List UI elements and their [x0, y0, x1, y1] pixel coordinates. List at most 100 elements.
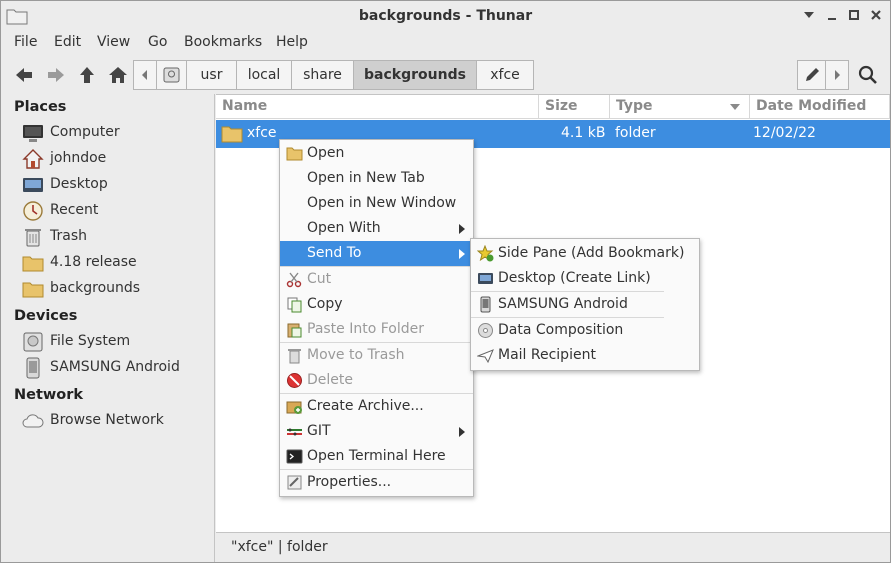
menu-item-open[interactable]: Open — [280, 141, 473, 166]
menu-item-side-pane-add-bookmark[interactable]: Side Pane (Add Bookmark) — [471, 241, 699, 266]
menu-bookmarks[interactable]: Bookmarks — [184, 34, 262, 50]
menu-item-properties[interactable]: Properties... — [280, 470, 473, 495]
menu-item-desktop-create-link[interactable]: Desktop (Create Link) — [471, 266, 699, 291]
column-header-size[interactable]: Size — [539, 95, 610, 119]
forward-icon[interactable] — [45, 64, 67, 86]
file-size: 4.1 kB — [561, 125, 606, 141]
terminal-icon — [286, 449, 303, 464]
submenu-arrow-icon — [459, 224, 465, 234]
git-icon — [287, 428, 302, 436]
sidebar-item-label: Computer — [50, 124, 120, 140]
maximize-icon[interactable] — [846, 7, 862, 23]
path-root-button[interactable] — [156, 60, 187, 90]
sidebar-item-desktop[interactable]: Desktop — [22, 173, 212, 197]
folder-open-icon — [286, 147, 303, 161]
minimize-icon[interactable] — [801, 7, 817, 23]
menu-item-delete[interactable]: Delete — [280, 368, 473, 393]
sidebar-item-recent[interactable]: Recent — [22, 199, 212, 223]
folder-icon — [221, 126, 243, 143]
desktop-link-icon — [478, 273, 493, 284]
archive-icon — [286, 401, 302, 414]
menu-file[interactable]: File — [14, 34, 37, 50]
folder-icon — [22, 282, 44, 298]
home-icon[interactable] — [107, 64, 129, 86]
menu-item-move-to-trash[interactable]: Move to Trash — [280, 343, 473, 368]
file-date: 12/02/22 — [753, 125, 816, 141]
status-bar: "xfce" | folder — [216, 532, 890, 562]
path-crumb-usr[interactable]: usr — [186, 60, 237, 90]
path-crumb-backgrounds[interactable]: backgrounds — [353, 60, 477, 90]
sidebar-item-trash[interactable]: Trash — [22, 225, 212, 249]
network-heading: Network — [14, 387, 84, 403]
edit-location-button[interactable] — [797, 60, 826, 90]
menu-item-open-terminal-here[interactable]: Open Terminal Here — [280, 444, 473, 469]
path-bar: usr local share backgrounds xfce — [133, 60, 857, 90]
menu-item-open-new-tab[interactable]: Open in New Tab — [280, 166, 473, 191]
menu-item-paste-into-folder[interactable]: Paste Into Folder — [280, 317, 473, 342]
menu-item-label: SAMSUNG Android — [498, 296, 628, 312]
sidebar-item-file-system[interactable]: File System — [22, 330, 212, 354]
sidebar-item-label: Browse Network — [50, 412, 164, 428]
bookmark-add-icon — [477, 245, 494, 262]
up-icon[interactable] — [76, 64, 98, 86]
menu-item-cut[interactable]: Cut — [280, 267, 473, 292]
restore-icon[interactable] — [824, 7, 840, 23]
sidebar-item-label: johndoe — [50, 150, 107, 166]
column-header-name[interactable]: Name — [216, 95, 539, 119]
column-header-type[interactable]: Type — [610, 95, 750, 119]
sidebar-item-backgrounds[interactable]: backgrounds — [22, 277, 212, 301]
menu-item-git[interactable]: GIT — [280, 419, 473, 444]
recent-icon — [23, 201, 43, 221]
menu-edit[interactable]: Edit — [54, 34, 81, 50]
search-icon[interactable] — [857, 64, 879, 86]
title-bar[interactable]: backgrounds - Thunar — [1, 1, 890, 31]
menu-item-open-with[interactable]: Open With — [280, 216, 473, 241]
column-header-date-modified[interactable]: Date Modified — [750, 95, 890, 119]
menu-view[interactable]: View — [97, 34, 130, 50]
submenu-arrow-icon — [459, 249, 465, 259]
back-icon[interactable] — [13, 64, 35, 86]
path-crumb-share[interactable]: share — [291, 60, 354, 90]
menu-item-create-archive[interactable]: Create Archive... — [280, 394, 473, 419]
menu-item-samsung-android[interactable]: SAMSUNG Android — [471, 292, 699, 317]
menu-item-mail-recipient[interactable]: Mail Recipient — [471, 343, 699, 368]
menu-item-copy[interactable]: Copy — [280, 292, 473, 317]
menu-item-label: Open — [307, 145, 345, 161]
sidebar-item-browse-network[interactable]: Browse Network — [22, 409, 212, 433]
sidebar-item-label: backgrounds — [50, 280, 141, 296]
sidebar: Places Computer johndoe Desktop Recent T… — [2, 94, 215, 562]
menu-help[interactable]: Help — [276, 34, 308, 50]
sidebar-item-johndoe[interactable]: johndoe — [22, 147, 212, 171]
menu-item-data-composition[interactable]: Data Composition — [471, 318, 699, 343]
close-icon[interactable] — [868, 7, 884, 23]
path-crumb-xfce[interactable]: xfce — [476, 60, 534, 90]
sidebar-item-samsung-android[interactable]: SAMSUNG Android — [22, 356, 212, 380]
context-menu: Open Open in New Tab Open in New Window … — [279, 139, 474, 497]
sidebar-item-4-18-release[interactable]: 4.18 release — [22, 251, 212, 275]
menu-go[interactable]: Go — [148, 34, 167, 50]
properties-icon — [287, 475, 302, 490]
menu-item-label: Copy — [307, 296, 343, 312]
scissors-icon — [286, 272, 302, 288]
menu-item-label: Move to Trash — [307, 347, 405, 363]
menu-item-label: Cut — [307, 271, 332, 287]
menu-item-label: Side Pane (Add Bookmark) — [498, 245, 685, 261]
path-scroll-left-button[interactable] — [133, 60, 157, 90]
sidebar-item-label: File System — [50, 333, 131, 349]
menu-item-label: Data Composition — [498, 322, 624, 338]
menu-item-label: Delete — [307, 372, 353, 388]
sidebar-item-label: Recent — [50, 202, 99, 218]
sort-descending-icon — [730, 104, 740, 110]
delete-icon — [287, 373, 302, 388]
menu-item-label: Paste Into Folder — [307, 321, 425, 337]
status-text: "xfce" | folder — [231, 539, 328, 555]
sidebar-item-computer[interactable]: Computer — [22, 121, 212, 145]
thunar-window: backgrounds - Thunar File Edit View Go B… — [0, 0, 891, 563]
menu-item-send-to[interactable]: Send To — [280, 241, 473, 266]
menu-item-label: Mail Recipient — [498, 347, 596, 363]
trash-icon — [288, 349, 301, 364]
path-scroll-right-button[interactable] — [825, 60, 849, 90]
menu-item-open-new-window[interactable]: Open in New Window — [280, 191, 473, 216]
menu-item-label: Open Terminal Here — [307, 448, 446, 464]
path-crumb-local[interactable]: local — [236, 60, 292, 90]
